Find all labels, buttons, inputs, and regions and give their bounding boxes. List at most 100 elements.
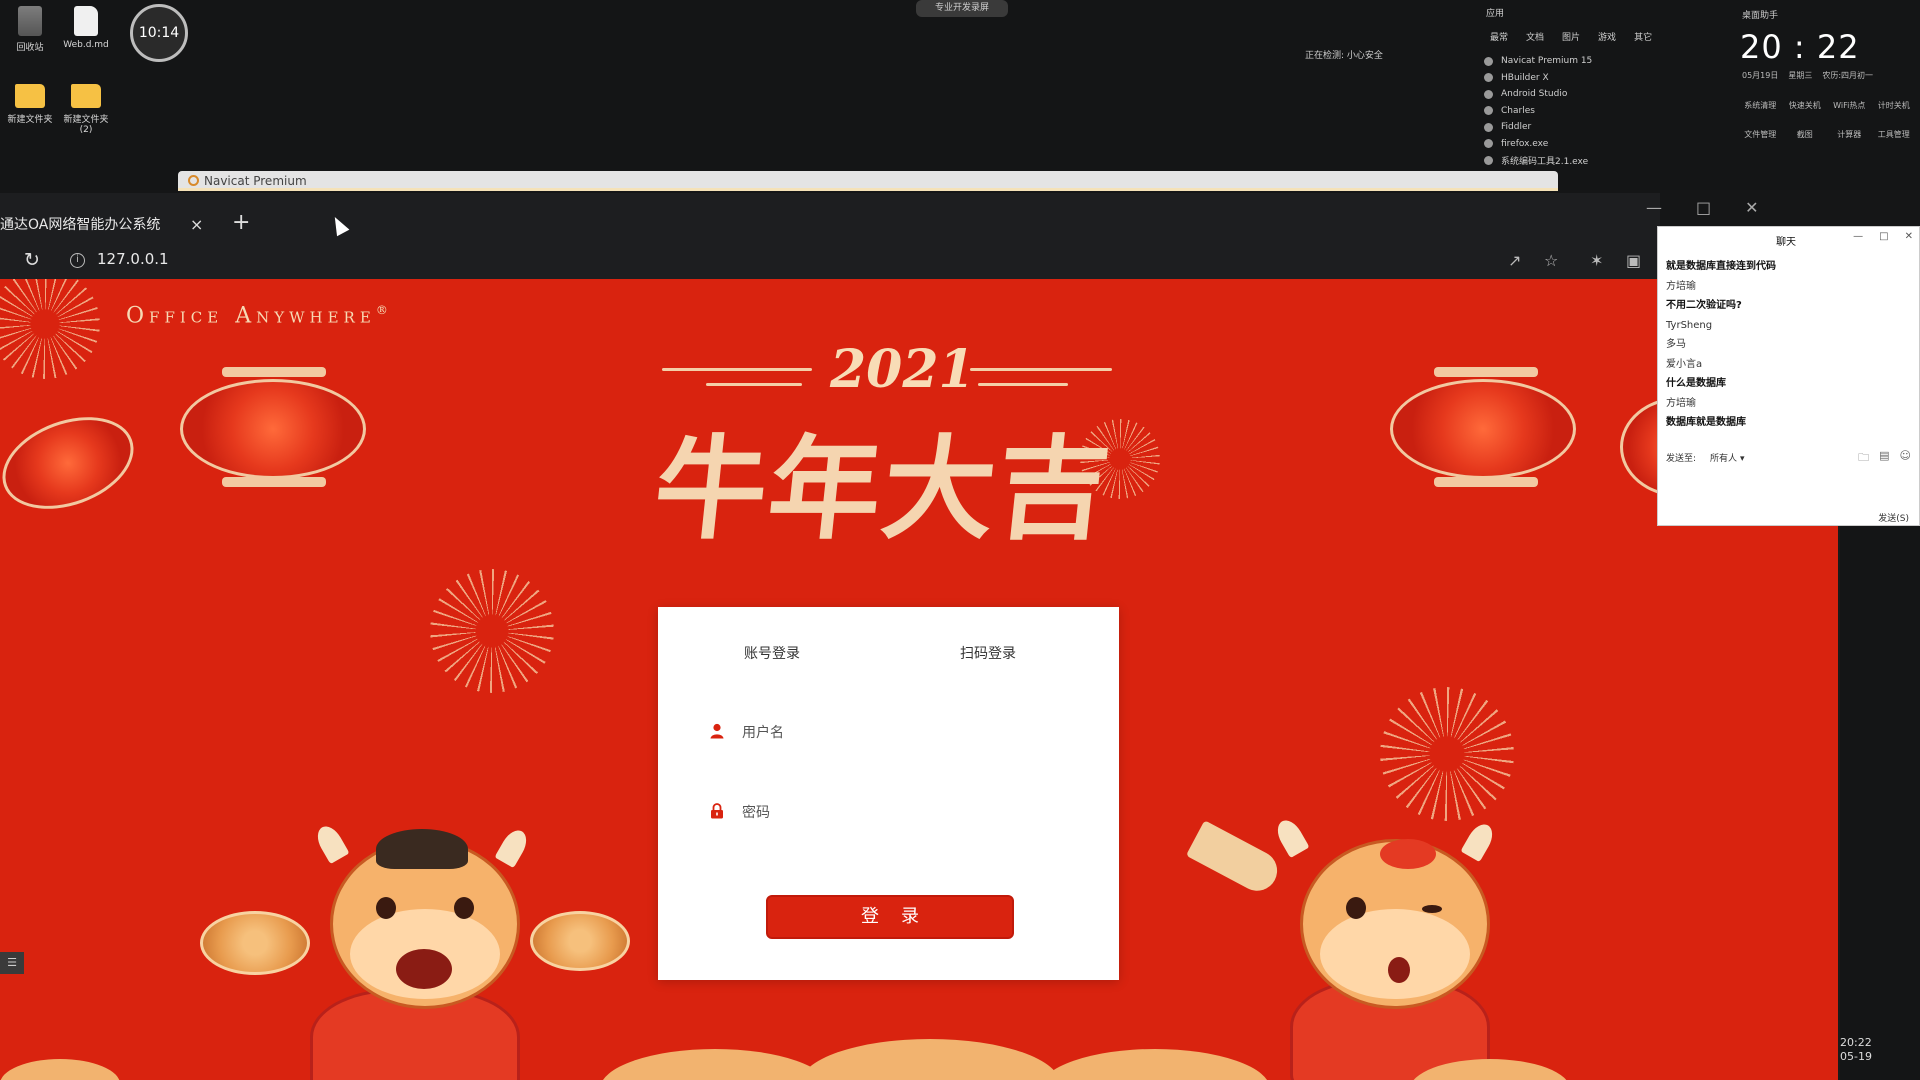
minimize-icon[interactable]: — xyxy=(1646,198,1662,217)
maximize-icon[interactable]: □ xyxy=(1879,231,1888,242)
document-icon xyxy=(74,6,98,36)
navicat-window-titlebar[interactable]: Navicat Premium xyxy=(178,171,1558,191)
date-widget: 桌面助手 20 : 22 05月19日 星期三 农历:四月初一 系统清理 快速关… xyxy=(1732,4,1920,194)
tab-oa-login[interactable]: 通达OA网络智能办公系统 xyxy=(0,207,218,243)
chat-window: 聊天 — □ ✕ 就是数据库直接连到代码 方培瑜 不用二次验证吗? TyrShe… xyxy=(1657,226,1920,526)
widget-shortcut[interactable]: 系统清理 xyxy=(1738,100,1783,111)
lock-icon xyxy=(711,803,723,819)
lantern-decoration xyxy=(180,379,366,479)
close-icon[interactable]: ✕ xyxy=(1745,198,1758,217)
password-input[interactable] xyxy=(742,795,1042,831)
send-to-select[interactable]: 所有人 ▾ xyxy=(1710,451,1744,464)
security-status: 正在检测: 小心安全 xyxy=(1305,48,1383,61)
launcher-app[interactable]: HBuilder X xyxy=(1484,70,1730,87)
people-icon[interactable]: ☺ xyxy=(1900,449,1911,468)
tab-account-login[interactable]: 账号登录 xyxy=(744,643,800,663)
launcher-tab[interactable]: 游戏 xyxy=(1598,30,1616,43)
desktop-icon-recycle-bin[interactable]: 回收站 xyxy=(0,6,60,53)
cloud-line-decoration xyxy=(970,368,1112,371)
widget-shortcut[interactable]: 截图 xyxy=(1783,129,1828,140)
oa-login-page: Office Anywhere® 2021 牛年大吉 账号登录 扫码登录 用户名… xyxy=(0,279,1840,1080)
site-info-icon[interactable]: i xyxy=(70,253,85,268)
desktop-icon-label: 新建文件夹 xyxy=(7,115,53,125)
save-icon[interactable]: ▤ xyxy=(1879,449,1889,468)
app-label: Fiddler xyxy=(1501,122,1532,133)
widget-date: 05月19日 星期三 农历:四月初一 xyxy=(1742,70,1873,81)
app-icon xyxy=(1484,155,1493,165)
ox-eye xyxy=(376,897,396,919)
chat-message-list: 就是数据库直接连到代码 方培瑜 不用二次验证吗? TyrSheng 多马 爱小言… xyxy=(1666,257,1776,433)
side-panel-toggle[interactable]: ☰ xyxy=(0,952,24,974)
share-icon[interactable]: ↗ xyxy=(1508,251,1521,270)
widget-shortcut[interactable]: 文件管理 xyxy=(1738,129,1783,140)
launcher-app[interactable]: 系统编码工具2.1.exe xyxy=(1484,152,1730,169)
launcher-app[interactable]: Fiddler xyxy=(1484,119,1730,136)
folder-icon[interactable]: 🗀 xyxy=(1858,449,1869,468)
chat-sender: TyrSheng xyxy=(1666,319,1713,331)
launcher-header: 应用 xyxy=(1486,9,1505,19)
reload-icon[interactable]: ↻ xyxy=(24,249,40,271)
navicat-icon xyxy=(188,175,199,186)
minimize-icon[interactable]: — xyxy=(1853,231,1863,242)
chat-send-to: 发送至: 所有人 ▾ xyxy=(1666,451,1744,464)
launcher-app[interactable]: Charles xyxy=(1484,103,1730,120)
launcher-app[interactable]: Navicat Premium 15 xyxy=(1484,53,1730,70)
lantern-cap xyxy=(1434,477,1538,487)
username-input[interactable] xyxy=(742,715,1042,751)
app-label: Charles xyxy=(1501,105,1535,116)
launcher-app[interactable]: Android Studio xyxy=(1484,86,1730,103)
right-ox-mascot xyxy=(1160,779,1560,1080)
desktop: 回收站 Web.d.md 新建文件夹 新建文件夹 (2) 10:14 专业开发录… xyxy=(0,0,1920,190)
desktop-icon-folder-2[interactable]: 新建文件夹 (2) xyxy=(56,84,116,135)
chat-toolbar: 🗀 ▤ ☺ xyxy=(1858,449,1911,468)
app-label: HBuilder X xyxy=(1501,72,1549,83)
widget-shortcut[interactable]: 计算器 xyxy=(1827,129,1872,140)
cloud-decoration xyxy=(600,1049,830,1080)
brand-logo: Office Anywhere® xyxy=(126,303,393,328)
chat-message: 不用二次验证吗? xyxy=(1666,300,1742,311)
tab-qr-login[interactable]: 扫码登录 xyxy=(960,643,1016,663)
launcher-tab[interactable]: 其它 xyxy=(1634,30,1652,43)
folder-icon xyxy=(15,84,45,108)
registered-mark: ® xyxy=(375,303,393,317)
desktop-icon-folder[interactable]: 新建文件夹 xyxy=(0,84,60,125)
launcher-tab[interactable]: 文档 xyxy=(1526,30,1544,43)
navicat-title: Navicat Premium xyxy=(204,174,307,188)
close-icon[interactable]: ✕ xyxy=(1905,231,1913,242)
widget-shortcut[interactable]: 快速关机 xyxy=(1783,100,1828,111)
taskbar-date: 05-19 xyxy=(1840,1050,1872,1063)
ox-hat xyxy=(376,829,468,869)
ox-face xyxy=(1320,909,1470,999)
widget-shortcut[interactable]: WiFi热点 xyxy=(1827,100,1872,111)
profile-icon[interactable]: ▣ xyxy=(1626,251,1641,270)
chat-title: 聊天 xyxy=(1776,237,1796,248)
chat-sender: 方培瑜 xyxy=(1666,397,1696,409)
launcher-tab[interactable]: 最常 xyxy=(1490,30,1508,43)
widget-date-part: 农历:四月初一 xyxy=(1822,71,1874,80)
widget-shortcut[interactable]: 计时关机 xyxy=(1872,100,1917,111)
brand-text: Office Anywhere xyxy=(126,303,376,329)
launcher-tab[interactable]: 图片 xyxy=(1562,30,1580,43)
desktop-icon-file[interactable]: Web.d.md xyxy=(56,6,116,50)
widget-shortcut[interactable]: 工具管理 xyxy=(1872,129,1917,140)
maximize-icon[interactable]: □ xyxy=(1696,198,1711,217)
widget-title: 桌面助手 xyxy=(1742,11,1779,21)
cloud-line-decoration xyxy=(662,368,812,371)
login-button[interactable]: 登录 xyxy=(766,895,1014,939)
floating-clock[interactable]: 10:14 xyxy=(130,4,188,62)
app-label: 系统编码工具2.1.exe xyxy=(1501,156,1589,167)
launcher-app[interactable]: firefox.exe xyxy=(1484,136,1730,153)
url-field[interactable]: 127.0.0.1 xyxy=(97,250,169,268)
chat-sender: 多马 xyxy=(1666,339,1686,350)
recording-badge: 专业开发录屏 xyxy=(916,0,1008,17)
bookmark-star-icon[interactable]: ☆ xyxy=(1544,251,1558,270)
tab-close-icon[interactable]: × xyxy=(190,207,203,243)
cloud-line-decoration xyxy=(978,383,1068,386)
chat-message: 什么是数据库 xyxy=(1666,378,1726,389)
tab-bar: 通达OA网络智能办公系统 × + xyxy=(0,193,1660,243)
new-tab-button[interactable]: + xyxy=(232,205,250,241)
browser-window: 通达OA网络智能办公系统 × + ↻ i 127.0.0.1 ↗ ☆ ✶ ▣ O… xyxy=(0,193,1840,1080)
ox-mouth xyxy=(396,949,452,989)
chat-send-button[interactable]: 发送(S) xyxy=(1878,511,1909,524)
extension-icon[interactable]: ✶ xyxy=(1590,251,1603,270)
